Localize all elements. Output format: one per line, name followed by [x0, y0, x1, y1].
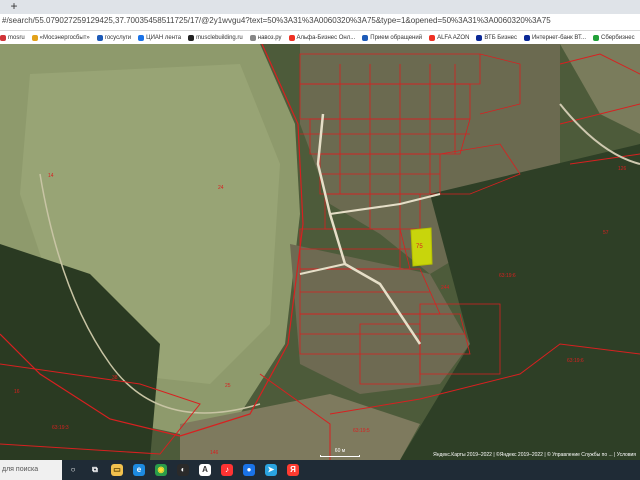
bookmark-item[interactable]: ВТБ Бизнес [476, 34, 517, 41]
bookmark-label: Интернет-банк ВТ... [531, 34, 587, 41]
bookmark-favicon-icon [96, 34, 103, 41]
address-bar[interactable]: #/search/55.079027259129425,37.700354585… [0, 14, 640, 31]
bookmark-favicon-icon [0, 34, 6, 41]
bookmark-favicon-icon [188, 34, 195, 41]
bookmark-item[interactable]: mosru [0, 34, 25, 41]
bookmark-favicon-icon [523, 34, 530, 41]
bookmark-item[interactable]: Интернет-банк ВТ... [523, 34, 587, 41]
new-tab-button[interactable]: + [8, 0, 20, 14]
parcel-label[interactable]: 63:19:6 [499, 273, 516, 279]
map-scale-label: 60 м [334, 448, 346, 454]
bookmark-label: mosru [8, 34, 25, 41]
bookmark-label: «Мосэнергосбыт» [39, 34, 90, 41]
parcel-label[interactable]: 146 [210, 450, 219, 456]
parcel-label[interactable]: 16 [14, 389, 20, 395]
bookmark-label: Прием обращений [370, 34, 423, 41]
parcel-label[interactable]: 63:19:3 [52, 425, 69, 431]
address-url[interactable]: #/search/55.079027259129425,37.700354585… [2, 16, 551, 25]
bookmark-label: Сбербизнес [601, 34, 635, 41]
yandex-browser-icon[interactable]: Я [282, 460, 304, 480]
taskbar: для поиска ○ ⧉ ▭ e ◉ ◐ A ♪ ● ➤ Я [0, 460, 640, 480]
parcel-label[interactable]: 57 [603, 230, 609, 236]
bookmark-item[interactable]: «Мосэнергосбыт» [31, 34, 90, 41]
chrome-icon[interactable]: ◉ [150, 460, 172, 480]
edge-icon[interactable]: e [128, 460, 150, 480]
browser-icon[interactable]: ● [238, 460, 260, 480]
parcel-label[interactable]: 25 [225, 383, 231, 389]
bookmark-item[interactable]: Прием обращений [362, 34, 423, 41]
bookmark-favicon-icon [429, 34, 436, 41]
bookmark-label: ALFA AZON [437, 34, 470, 41]
app-icon[interactable]: A [194, 460, 216, 480]
selected-parcel-label: 75 [416, 244, 423, 250]
map-canvas[interactable]: 75 14 24 16 25 38 146 57 126 244 63:19:6 63:19:6 63… [0, 44, 640, 460]
parcel-label[interactable]: 38 [112, 375, 118, 381]
media-icon[interactable]: ◐ [172, 460, 194, 480]
bookmark-label: Альфа-Бизнес Онл... [296, 34, 356, 41]
map-attribution[interactable]: Яндекс.Карты 2019–2022 | ©Яндекс 2019–20… [433, 452, 636, 458]
telegram-icon[interactable]: ➤ [260, 460, 282, 480]
taskbar-search[interactable]: для поиска [0, 460, 62, 480]
parcel-label[interactable]: 63:19:5 [353, 428, 370, 434]
bookmark-item[interactable]: Сбербизнес [593, 34, 635, 41]
map-scale-bar [320, 455, 360, 457]
bookmark-favicon-icon [138, 34, 145, 41]
parcel-label[interactable]: 244 [441, 285, 450, 291]
bookmark-item[interactable]: musclebuilding.ru [188, 34, 243, 41]
bookmark-favicon-icon [249, 34, 256, 41]
bookmark-favicon-icon [476, 34, 483, 41]
bookmark-favicon-icon [288, 34, 295, 41]
bookmark-item[interactable]: ЦИАН лента [138, 34, 182, 41]
bookmark-item[interactable]: ALFA AZON [429, 34, 470, 41]
bookmark-item[interactable]: навоз.ру [249, 34, 282, 41]
bookmark-favicon-icon [362, 34, 369, 41]
parcel-label[interactable]: 14 [48, 173, 54, 179]
yandex-music-icon[interactable]: ♪ [216, 460, 238, 480]
bookmark-favicon-icon [593, 34, 600, 41]
bookmark-favicon-icon [31, 34, 38, 41]
bookmark-label: musclebuilding.ru [196, 34, 243, 41]
bookmark-item[interactable]: Альфа-Бизнес Онл... [288, 34, 356, 41]
bookmark-label: ЦИАН лента [146, 34, 182, 41]
taskbar-apps: ○ ⧉ ▭ e ◉ ◐ A ♪ ● ➤ Я [62, 460, 304, 480]
tab-strip: + [0, 0, 640, 14]
bookmark-label: госуслуги [104, 34, 132, 41]
parcel-label[interactable]: 126 [618, 166, 627, 172]
task-view-icon[interactable]: ⧉ [84, 460, 106, 480]
bookmarks-bar: mosru «Мосэнергосбыт» госуслуги ЦИАН лента m… [0, 31, 640, 45]
search-circle-icon[interactable]: ○ [62, 460, 84, 480]
bookmark-label: навоз.ру [257, 34, 282, 41]
bookmark-item[interactable]: госуслуги [96, 34, 132, 41]
bookmark-label: ВТБ Бизнес [484, 34, 517, 41]
cadastral-map[interactable]: 75 14 24 16 25 38 146 57 126 244 63:19:6 63:19:6 63… [0, 44, 640, 460]
parcel-label[interactable]: 24 [218, 185, 224, 191]
parcel-label[interactable]: 63:19:6 [567, 358, 584, 364]
explorer-icon[interactable]: ▭ [106, 460, 128, 480]
